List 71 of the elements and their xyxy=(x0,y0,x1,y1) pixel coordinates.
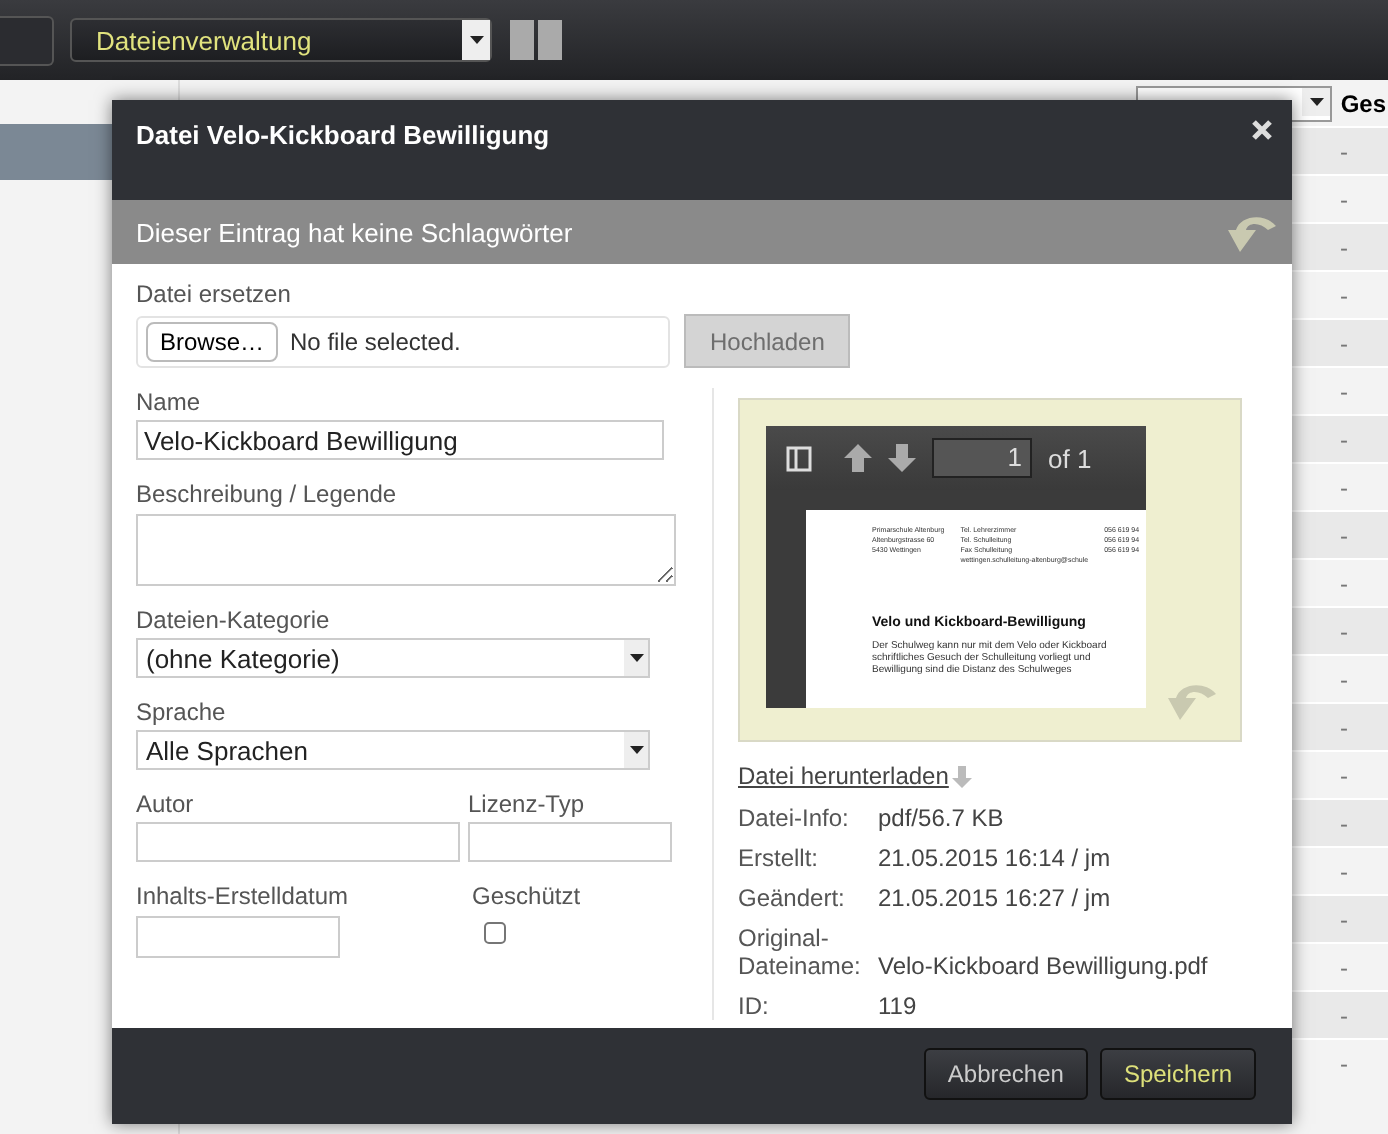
sidebar-toggle-icon[interactable] xyxy=(786,445,812,471)
table-cell-text: - xyxy=(1340,761,1350,789)
field-label: Geschützt xyxy=(472,882,581,910)
column-header: Ges xyxy=(1340,89,1386,117)
save-button[interactable]: Speichern xyxy=(1099,1048,1256,1100)
field-label: Autor xyxy=(136,790,196,818)
field-label: Datei ersetzen xyxy=(136,280,293,308)
download-link[interactable]: Datei herunterladen xyxy=(738,762,949,790)
view-toggle-icon[interactable] xyxy=(510,20,534,60)
info-value: Velo-Kickboard Bewilligung.pdf xyxy=(878,952,1210,980)
table-cell-text: - xyxy=(1340,281,1350,309)
page-number-field[interactable]: 1 xyxy=(932,438,1032,478)
arrow-up-icon[interactable] xyxy=(844,444,872,472)
table-cell-text: - xyxy=(1340,137,1350,165)
dropdown-arrow-icon xyxy=(1309,97,1324,105)
table-cell-text: - xyxy=(1340,473,1350,501)
field-label: Dateien-Kategorie xyxy=(136,606,332,634)
table-cell-text: - xyxy=(1340,377,1350,405)
table-cell-text: - xyxy=(1340,953,1350,981)
table-cell-text: - xyxy=(1340,185,1350,213)
table-cell-text: - xyxy=(1340,1001,1350,1029)
author-field[interactable] xyxy=(136,822,460,862)
tags-notice: Dieser Eintrag hat keine Schlagwörter xyxy=(136,217,573,247)
table-cell-text: - xyxy=(1340,569,1350,597)
arrow-down-icon[interactable] xyxy=(888,444,916,472)
table-cell-text: - xyxy=(1340,1049,1350,1077)
table-cell-text: - xyxy=(1340,329,1350,357)
field-label: Inhalts-Erstelldatum xyxy=(136,882,349,910)
table-cell-text: - xyxy=(1340,809,1350,837)
info-value: 119 xyxy=(878,992,919,1020)
table-cell-text: - xyxy=(1340,617,1350,645)
table-cell-text: - xyxy=(1340,665,1350,693)
table-cell-text: - xyxy=(1340,233,1350,261)
close-icon[interactable] xyxy=(1252,120,1272,140)
view-toggle-icon[interactable] xyxy=(538,20,562,60)
field-label: Name xyxy=(136,388,203,416)
cancel-button[interactable]: Abbrechen xyxy=(923,1048,1088,1100)
file-status: No file selected. xyxy=(290,327,461,355)
name-field[interactable]: Velo-Kickboard Bewilligung xyxy=(136,420,664,460)
info-label: Geändert: xyxy=(738,884,847,912)
table-cell-text: - xyxy=(1340,713,1350,741)
info-label: ID: xyxy=(738,992,771,1020)
info-label: Datei-Info: xyxy=(738,804,851,832)
info-value: pdf/56.7 KB xyxy=(878,804,1006,832)
toolbar-button[interactable] xyxy=(0,15,54,65)
dropdown-arrow-icon xyxy=(469,36,483,44)
field-label: Lizenz-Typ xyxy=(468,790,587,818)
date-field[interactable] xyxy=(136,916,340,958)
dropdown-arrow-icon xyxy=(629,746,643,754)
table-cell-text: - xyxy=(1340,905,1350,933)
dialog-title: Datei Velo-Kickboard Bewilligung xyxy=(136,120,550,150)
dropdown-arrow-icon xyxy=(629,654,643,662)
table-cell-text: - xyxy=(1340,425,1350,453)
info-label: Erstellt: xyxy=(738,844,821,872)
field-label: Beschreibung / Legende xyxy=(136,480,399,508)
field-label: Sprache xyxy=(136,698,228,726)
file-input[interactable]: Browse… No file selected. xyxy=(136,315,670,367)
info-value: 21.05.2015 16:27 / jm xyxy=(878,884,1113,912)
download-arrow-icon xyxy=(952,765,973,787)
info-label: Original-Dateiname: xyxy=(738,924,863,980)
select-field[interactable]: (ohne Kategorie) xyxy=(136,638,650,678)
table-cell-text: - xyxy=(1340,857,1350,885)
module-select[interactable]: Dateienverwaltung xyxy=(70,18,492,62)
protected-checkbox[interactable] xyxy=(484,922,507,944)
select-field[interactable]: Alle Sprachen xyxy=(136,730,650,770)
license-field[interactable] xyxy=(468,822,672,862)
browse-button[interactable]: Browse… xyxy=(146,321,279,361)
description-field[interactable] xyxy=(136,514,676,586)
info-value: 21.05.2015 16:14 / jm xyxy=(878,844,1113,872)
table-cell-text: - xyxy=(1340,521,1350,549)
page-count: of 1 xyxy=(1048,443,1092,473)
